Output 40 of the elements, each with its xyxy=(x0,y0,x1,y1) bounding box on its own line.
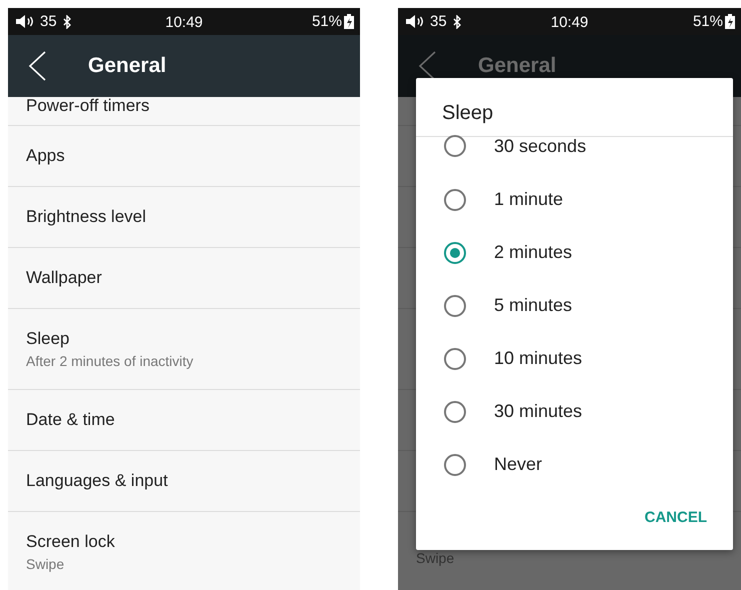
settings-item[interactable]: Screen lock Swipe xyxy=(8,512,360,590)
radio-button[interactable] xyxy=(444,188,466,210)
back-icon[interactable] xyxy=(417,51,437,81)
option-label[interactable]: 10 minutes xyxy=(494,348,582,369)
option-label[interactable]: Never xyxy=(494,454,542,475)
radio-button[interactable] xyxy=(444,294,466,316)
option-label[interactable]: 30 seconds xyxy=(494,136,586,157)
battery-icon xyxy=(725,14,735,29)
settings-item[interactable]: Languages & input xyxy=(8,451,360,512)
radio-button[interactable] xyxy=(444,454,466,476)
radio-button[interactable] xyxy=(444,400,466,422)
settings-item[interactable]: Wallpaper xyxy=(8,248,360,309)
dialog-title: Sleep xyxy=(416,78,733,137)
bluetooth-icon xyxy=(62,14,72,28)
settings-item[interactable]: Apps xyxy=(8,126,360,187)
volume-level: 35 xyxy=(40,13,57,30)
volume-icon xyxy=(16,15,34,28)
clock: 10:49 xyxy=(165,14,203,31)
bluetooth-icon xyxy=(452,14,462,28)
settings-item[interactable]: Power-off timers xyxy=(8,97,360,126)
battery-percent: 51% xyxy=(312,13,342,30)
settings-item[interactable]: Sleep After 2 minutes of inactivity xyxy=(8,309,360,390)
volume-icon xyxy=(406,15,424,28)
cancel-button[interactable]: CANCEL xyxy=(636,503,715,532)
option-label[interactable]: 2 minutes xyxy=(494,242,572,263)
back-icon[interactable] xyxy=(27,51,47,81)
battery-percent: 51% xyxy=(692,13,723,30)
radio-button[interactable] xyxy=(444,348,466,370)
option-label[interactable]: 5 minutes xyxy=(494,295,572,316)
volume-level: 35 xyxy=(430,13,447,30)
screen-title: General xyxy=(88,54,166,78)
screen-title: General xyxy=(478,54,556,78)
radio-button[interactable] xyxy=(444,135,466,157)
radio-button[interactable] xyxy=(444,242,466,264)
option-label[interactable]: 1 minute xyxy=(494,189,564,210)
option-label[interactable]: 30 minutes xyxy=(494,401,582,422)
battery-icon xyxy=(344,14,354,29)
settings-item[interactable]: Brightness level xyxy=(8,187,360,248)
clock: 10:49 xyxy=(550,14,588,31)
settings-item[interactable]: Date & time xyxy=(8,390,360,451)
